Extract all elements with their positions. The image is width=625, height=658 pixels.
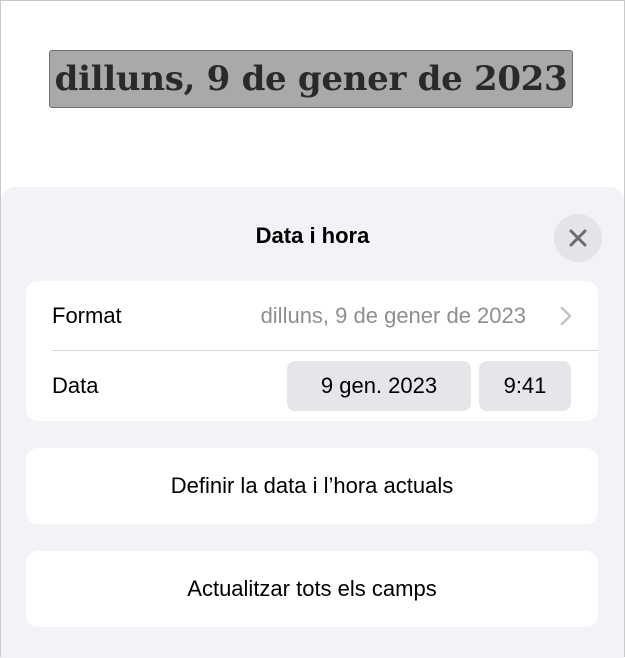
update-all-fields-button[interactable]: Actualitzar tots els camps <box>26 551 598 627</box>
close-button[interactable] <box>554 214 602 262</box>
chevron-right-icon <box>560 306 572 326</box>
format-label: Format <box>52 303 122 328</box>
document-canvas: dilluns, 9 de gener de 2023 <box>1 1 624 191</box>
time-picker-button[interactable]: 9:41 <box>479 361 571 411</box>
date-label: Data <box>52 373 99 398</box>
date-settings-group: Format dilluns, 9 de gener de 2023 Data … <box>26 281 598 421</box>
date-picker-button[interactable]: 9 gen. 2023 <box>287 361 471 411</box>
format-row[interactable]: Format dilluns, 9 de gener de 2023 <box>26 281 598 351</box>
date-time-sheet: Data i hora Format dilluns, 9 de gener d… <box>1 187 624 658</box>
format-value: dilluns, 9 de gener de 2023 <box>260 303 526 328</box>
date-row: Data 9 gen. 2023 9:41 <box>26 351 598 421</box>
selected-date-field[interactable]: dilluns, 9 de gener de 2023 <box>49 50 573 108</box>
xmark-icon <box>569 229 587 247</box>
set-current-date-time-button[interactable]: Definir la data i l’hora actuals <box>26 448 598 524</box>
sheet-title: Data i hora <box>255 223 370 248</box>
